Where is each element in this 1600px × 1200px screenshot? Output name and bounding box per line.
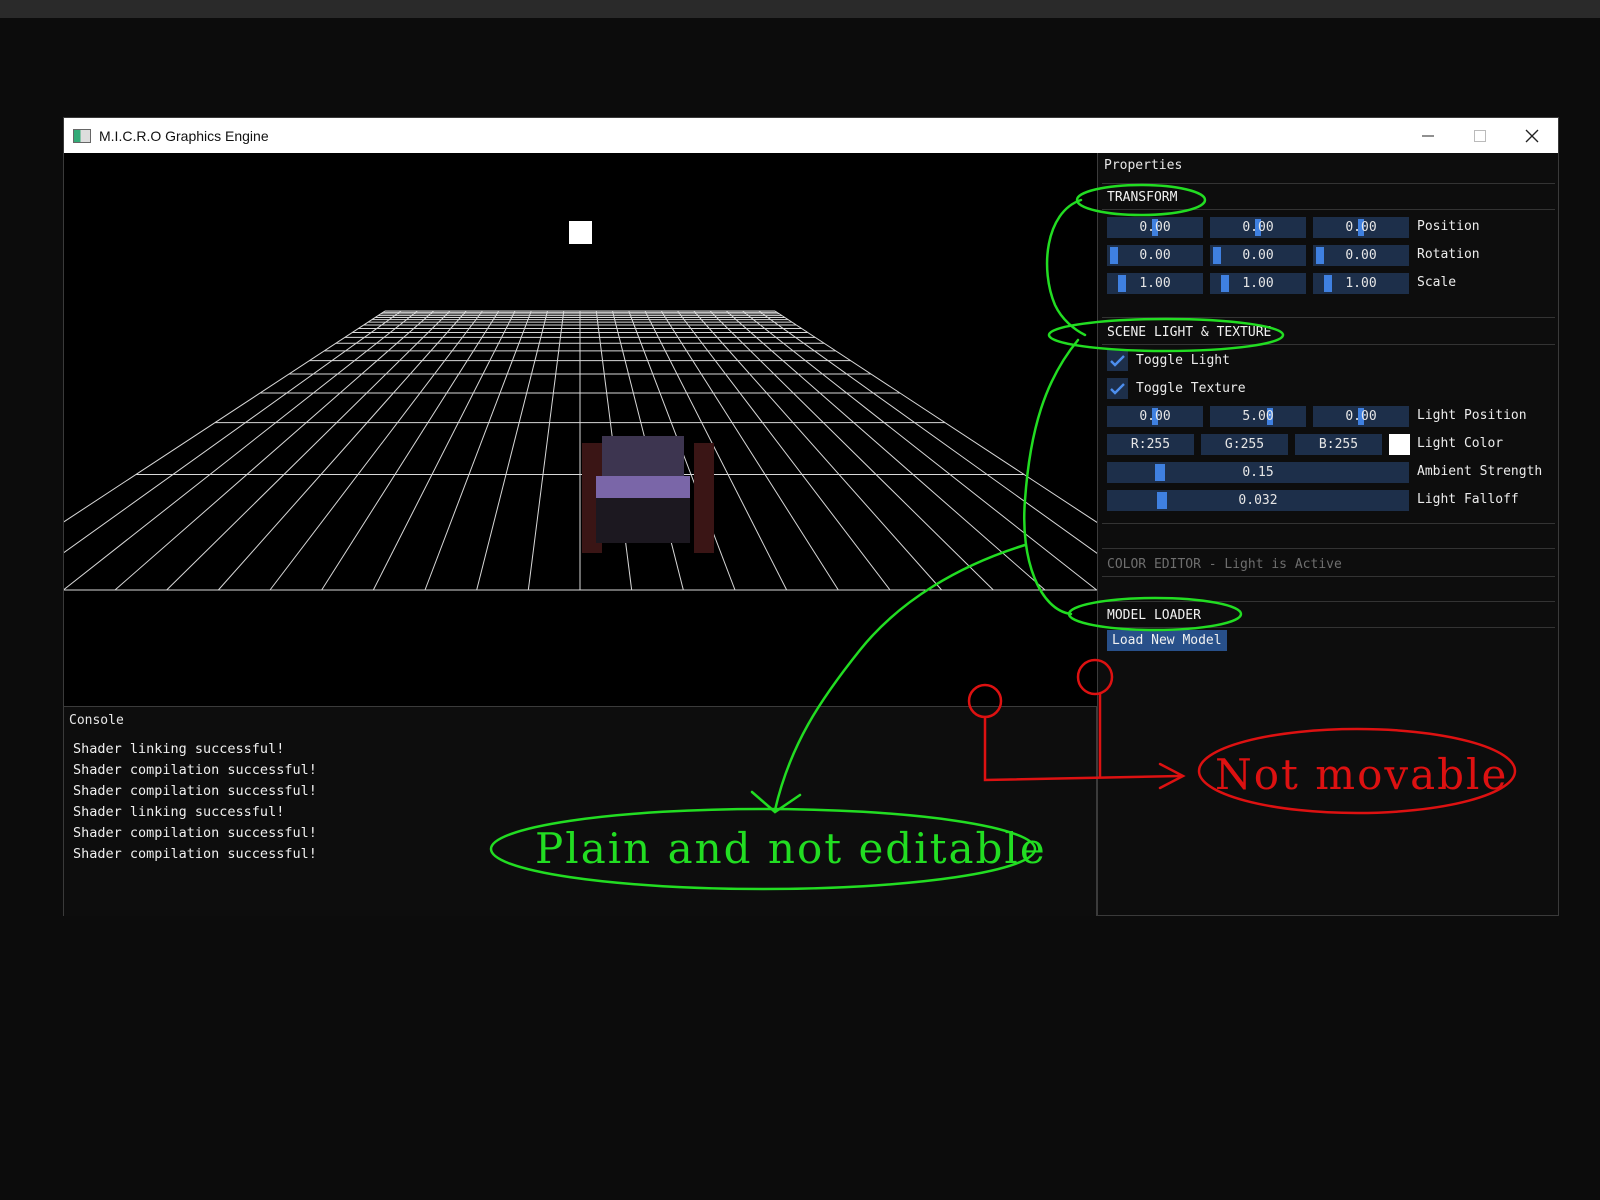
scale-z-field[interactable]: 1.00 [1313,273,1409,294]
close-button[interactable] [1506,118,1558,153]
transform-header[interactable]: TRANSFORM [1107,190,1177,205]
color-editor-header: COLOR EDITOR - Light is Active [1107,557,1342,572]
light-position-x-field[interactable]: 0.00 [1107,406,1203,427]
window-controls [1402,118,1558,153]
minimize-button[interactable] [1402,118,1454,153]
separator [1102,627,1555,628]
title-bar: M.I.C.R.O Graphics Engine [64,118,1558,153]
chair-model [582,436,714,553]
light-position-y-field[interactable]: 5.00 [1210,406,1306,427]
maximize-icon [1474,129,1486,142]
maximize-button[interactable] [1454,118,1506,153]
console-panel: Console Shader linking successful! Shade… [64,706,1097,916]
app-icon [73,128,91,143]
window-title: M.I.C.R.O Graphics Engine [99,127,269,144]
top-bar [0,0,1600,18]
rotation-z-field[interactable]: 0.00 [1313,245,1409,266]
model-loader-header[interactable]: MODEL LOADER [1107,608,1201,623]
light-falloff-slider[interactable]: 0.032 [1107,490,1409,511]
position-y-field[interactable]: 0.00 [1210,217,1306,238]
light-position-z-field[interactable]: 0.00 [1313,406,1409,427]
position-x-field[interactable]: 0.00 [1107,217,1203,238]
green-annotation-text: Plain and not editable [535,824,1047,873]
ambient-strength-slider[interactable]: 0.15 [1107,462,1409,483]
separator [1102,317,1555,318]
light-color-r-field[interactable]: R:255 [1107,434,1194,455]
light-color-label: Light Color [1417,436,1504,451]
scene-light-texture-header[interactable]: SCENE LIGHT & TEXTURE [1107,325,1271,340]
console-line: Shader linking successful! [73,741,285,757]
toggle-light-label: Toggle Light [1136,353,1230,368]
scene-viewport[interactable] [64,153,1097,706]
scene-canvas[interactable] [64,153,1097,706]
ambient-slider-grab[interactable] [1155,464,1165,481]
toggle-light-checkbox[interactable] [1107,350,1128,371]
position-z-field[interactable]: 0.00 [1313,217,1409,238]
separator [1102,601,1555,602]
separator [1102,576,1555,577]
close-icon [1525,129,1539,142]
ambient-strength-label: Ambient Strength [1417,464,1543,479]
light-falloff-label: Light Falloff [1417,492,1519,507]
checkmark-icon [1110,354,1125,367]
light-source-cube [569,221,592,244]
load-new-model-button[interactable]: Load New Model [1107,630,1227,651]
separator [1102,344,1555,345]
separator [1102,183,1555,184]
separator [1102,523,1555,524]
rotation-y-field[interactable]: 0.00 [1210,245,1306,266]
toggle-texture-checkbox[interactable] [1107,378,1128,399]
console-log: Shader linking successful! Shader compil… [73,739,317,865]
rotation-x-field[interactable]: 0.00 [1107,245,1203,266]
console-line: Shader compilation successful! [73,825,317,841]
scale-y-field[interactable]: 1.00 [1210,273,1306,294]
light-position-label: Light Position [1417,408,1527,423]
separator [1102,548,1555,549]
light-color-g-field[interactable]: G:255 [1201,434,1288,455]
minimize-icon [1422,135,1434,136]
properties-panel: Properties TRANSFORM 0.00 0.00 0.00 Posi… [1097,153,1558,915]
light-color-swatch[interactable] [1389,434,1410,455]
console-title: Console [69,713,124,728]
rotation-label: Rotation [1417,247,1480,262]
console-line: Shader compilation successful! [73,783,317,799]
toggle-texture-label: Toggle Texture [1136,381,1246,396]
floor-grid [64,310,1097,591]
scale-label: Scale [1417,275,1457,290]
separator [1102,209,1555,210]
falloff-slider-grab[interactable] [1157,492,1167,509]
scale-x-field[interactable]: 1.00 [1107,273,1203,294]
light-color-b-field[interactable]: B:255 [1295,434,1382,455]
checkmark-icon [1110,382,1125,395]
properties-title: Properties [1104,158,1183,173]
console-line: Shader linking successful! [73,804,285,820]
position-label: Position [1417,219,1480,234]
console-line: Shader compilation successful! [73,762,317,778]
console-line: Shader compilation successful! [73,846,317,862]
red-annotation-text: Not movable [1215,750,1508,799]
